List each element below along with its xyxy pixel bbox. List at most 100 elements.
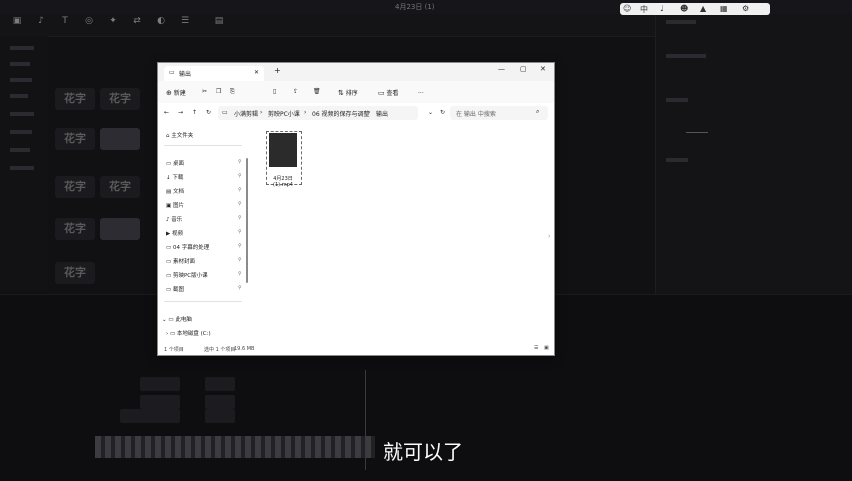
share-alt-icon[interactable]: ⇪ xyxy=(293,88,298,95)
pin-icon[interactable]: ⚲ xyxy=(238,173,242,179)
text-style-tile[interactable]: 花字 xyxy=(55,88,95,110)
folder-tab[interactable]: ▭ 输出 ✕ xyxy=(164,66,264,81)
category-item[interactable] xyxy=(10,148,30,152)
filter-icon[interactable]: ◐ xyxy=(152,16,170,34)
up-icon[interactable]: ↑ xyxy=(192,109,197,116)
view-button[interactable]: ▭ 查看 xyxy=(378,88,399,97)
timeline-clip[interactable] xyxy=(205,395,235,409)
pin-icon[interactable]: ⚲ xyxy=(238,257,242,263)
timeline-track-strip[interactable] xyxy=(95,436,375,458)
breadcrumb-item[interactable]: 输出 xyxy=(376,109,388,118)
sticker-icon[interactable]: ◎ xyxy=(80,16,98,34)
timeline-clip[interactable] xyxy=(205,409,235,423)
cat-icon[interactable]: ☺ xyxy=(623,4,631,13)
timeline-clip[interactable] xyxy=(140,395,180,409)
close-window-icon[interactable]: ✕ xyxy=(540,65,546,73)
pin-icon[interactable]: ⚲ xyxy=(238,229,242,235)
refresh-address-icon[interactable]: ↻ xyxy=(440,109,445,116)
nav-divider xyxy=(164,145,242,146)
grid-icon[interactable]: ▦ xyxy=(720,4,728,13)
pin-icon[interactable]: ⚲ xyxy=(238,243,242,249)
text-style-tile[interactable]: 花字 xyxy=(100,88,140,110)
nav-item-pictures[interactable]: ▣ 图片 xyxy=(166,201,184,211)
playhead[interactable] xyxy=(365,370,366,470)
nav-item-folder[interactable]: ▭ 截图 xyxy=(166,285,184,295)
new-tab-icon[interactable]: + xyxy=(274,66,281,75)
category-item[interactable] xyxy=(10,62,30,66)
media-icon[interactable]: ▣ xyxy=(8,16,26,34)
category-item[interactable] xyxy=(10,130,32,134)
maximize-icon[interactable]: ▢ xyxy=(520,65,527,73)
details-view-icon[interactable]: ☰ xyxy=(534,345,538,351)
delete-icon[interactable]: 🗑 xyxy=(313,88,321,95)
text-style-tile[interactable]: 花字 xyxy=(55,218,95,240)
mic-icon[interactable]: ♩ xyxy=(660,4,664,13)
template-icon[interactable]: ▤ xyxy=(210,16,228,34)
chevron-down-icon[interactable]: ⌄ xyxy=(428,109,433,116)
thumbnail-view-icon[interactable]: ▣ xyxy=(544,345,549,351)
back-icon[interactable]: ← xyxy=(164,109,169,116)
timeline-clip[interactable] xyxy=(140,377,180,391)
nav-this-pc[interactable]: ⌄ ▭ 此电脑 xyxy=(162,315,192,325)
pin-icon[interactable]: ⚲ xyxy=(238,159,242,165)
nav-item-downloads[interactable]: ↓ 下载 xyxy=(166,173,183,183)
breadcrumb-item[interactable]: 小满剪辑 xyxy=(234,109,258,118)
category-item[interactable] xyxy=(10,78,32,82)
share-icon[interactable]: ⎘ xyxy=(230,88,235,96)
category-item[interactable] xyxy=(10,112,34,116)
text-icon[interactable]: T xyxy=(56,16,74,34)
pin-icon[interactable]: ⚲ xyxy=(238,201,242,207)
nav-scrollbar[interactable] xyxy=(246,158,248,283)
adjust-icon[interactable]: ☰ xyxy=(176,16,194,34)
nav-item-videos[interactable]: ▶ 视频 xyxy=(166,229,183,239)
nav-item-desktop[interactable]: ▭ 桌面 xyxy=(166,159,184,169)
pin-icon[interactable]: ⚲ xyxy=(238,285,242,291)
pin-icon[interactable]: ⚲ xyxy=(238,215,242,221)
text-style-tile[interactable] xyxy=(100,128,140,150)
nav-item-folder[interactable]: ▭ 剪映PC版小课 xyxy=(166,271,208,281)
breadcrumb-item[interactable]: 06 视频的保存与调整 xyxy=(312,109,370,118)
forward-icon[interactable]: → xyxy=(178,109,183,116)
text-style-tile[interactable]: 花字 xyxy=(55,262,95,284)
text-style-tile[interactable]: 花字 xyxy=(55,176,95,198)
category-item[interactable] xyxy=(10,94,28,98)
text-style-tile[interactable] xyxy=(100,218,140,240)
rename-icon[interactable]: ▯ xyxy=(273,88,276,95)
breadcrumb-item[interactable]: 剪映PC小课 xyxy=(268,109,300,118)
audio-icon[interactable]: ♪ xyxy=(32,16,50,34)
more-button[interactable]: ... xyxy=(418,88,424,95)
refresh-icon[interactable]: ↻ xyxy=(206,109,211,116)
text-style-tile[interactable]: 花字 xyxy=(55,128,95,150)
new-button[interactable]: ⊕ 新建 xyxy=(166,88,186,97)
effects-icon[interactable]: ✦ xyxy=(104,16,122,34)
sort-button[interactable]: ⇅ 排序 xyxy=(338,88,358,97)
minimize-icon[interactable]: — xyxy=(498,65,505,73)
folder-icon: ▭ xyxy=(169,69,175,76)
nav-item-music[interactable]: ♪ 音乐 xyxy=(166,215,182,225)
pin-icon[interactable]: ⚲ xyxy=(238,271,242,277)
settings-icon[interactable]: ⚙ xyxy=(742,4,749,13)
category-item[interactable] xyxy=(10,46,34,50)
timeline-clip[interactable] xyxy=(205,377,235,391)
panel-tab[interactable] xyxy=(666,20,696,24)
nav-item-folder[interactable]: ▭ 04 字幕的处理 xyxy=(166,243,209,253)
transition-icon[interactable]: ⇄ xyxy=(128,16,146,34)
close-tab-icon[interactable]: ✕ xyxy=(254,69,259,76)
content-scroll-arrow-icon[interactable]: › xyxy=(548,233,550,240)
nav-item-folder[interactable]: ▭ 素材封面 xyxy=(166,257,195,267)
text-style-tile[interactable]: 花字 xyxy=(100,176,140,198)
pin-icon[interactable]: ⚲ xyxy=(238,187,242,193)
emoji-icon[interactable]: ☻ xyxy=(680,4,688,13)
search-input[interactable]: 在 输出 中搜索 ⌕ xyxy=(450,106,548,120)
keyboard-icon[interactable]: 中 xyxy=(640,4,648,15)
nav-item-documents[interactable]: ▤ 文档 xyxy=(166,187,184,197)
cut-icon[interactable]: ✂ xyxy=(202,88,207,95)
category-item[interactable] xyxy=(10,166,34,170)
nav-home[interactable]: ⌂ 主文件夹 xyxy=(166,131,193,141)
timeline-clip[interactable] xyxy=(120,409,180,423)
shirt-icon[interactable]: ▲ xyxy=(700,4,706,13)
copy-icon[interactable]: ❐ xyxy=(216,88,221,95)
breadcrumb[interactable]: ▭ 小满剪辑 › 剪映PC小课 › 06 视频的保存与调整 › 输出 xyxy=(218,106,418,120)
nav-drive-c[interactable]: › ▭ 本地磁盘 (C:) xyxy=(166,329,211,339)
volume-slider[interactable] xyxy=(686,132,708,133)
